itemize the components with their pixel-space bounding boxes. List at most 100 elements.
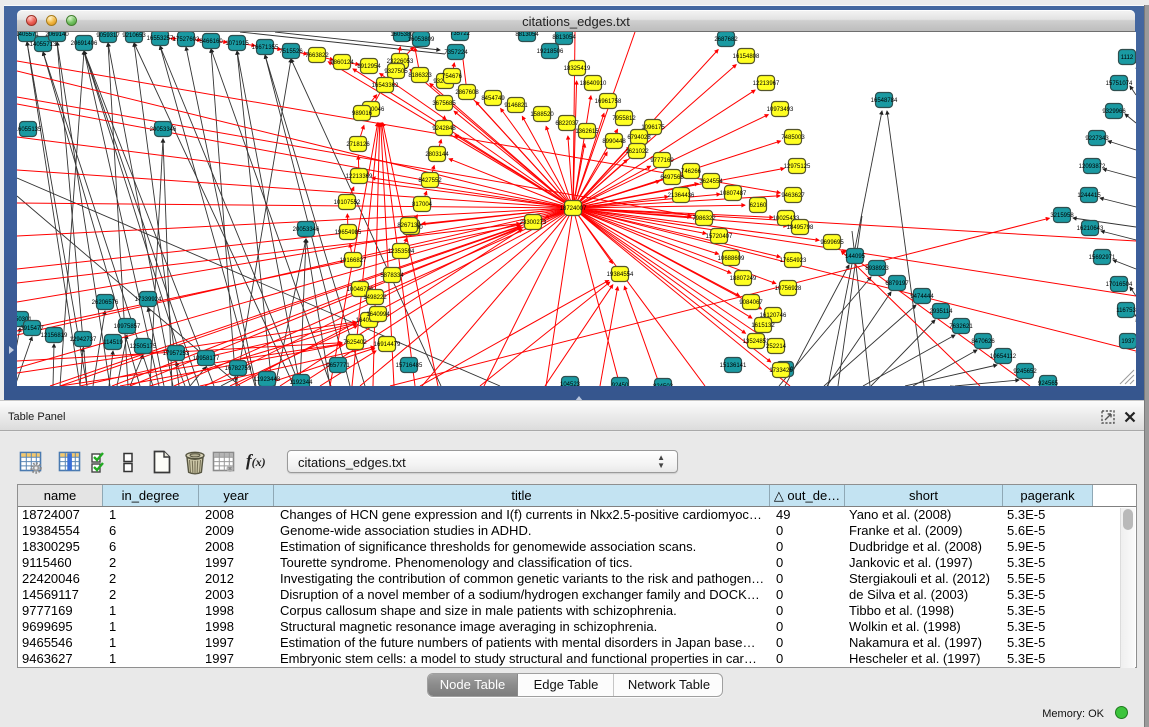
svg-text:17339924: 17339924 (135, 297, 162, 303)
svg-text:16553257: 16553257 (147, 36, 174, 42)
svg-text:16055135: 16055135 (17, 127, 42, 133)
svg-text:16914479: 16914479 (374, 342, 401, 348)
svg-text:20691406: 20691406 (71, 41, 98, 47)
svg-text:1362615: 1362615 (575, 129, 599, 135)
svg-text:3624554: 3624554 (699, 179, 723, 185)
svg-text:10756928: 10756928 (775, 286, 802, 292)
svg-text:6822037: 6822037 (555, 121, 579, 127)
svg-text:8813054: 8813054 (515, 32, 539, 38)
svg-text:19654985: 19654985 (335, 230, 362, 236)
svg-text:20053346: 20053346 (293, 227, 320, 233)
svg-text:7632621: 7632621 (949, 324, 973, 330)
svg-text:3215958: 3215958 (1050, 213, 1074, 219)
svg-text:9699695: 9699695 (820, 240, 844, 246)
svg-text:1244415: 1244415 (1077, 193, 1101, 199)
svg-text:3675685: 3675685 (432, 101, 456, 107)
svg-text:8466160: 8466160 (199, 39, 223, 45)
svg-text:12353594: 12353594 (388, 249, 415, 255)
svg-text:1937: 1937 (1121, 339, 1135, 345)
svg-text:26206576: 26206576 (92, 300, 119, 306)
svg-text:19384554: 19384554 (607, 272, 634, 278)
svg-text:6794028: 6794028 (627, 135, 651, 141)
svg-text:18640910: 18640910 (580, 81, 607, 87)
svg-text:16671355: 16671355 (252, 45, 279, 51)
svg-text:7663822: 7663822 (305, 53, 329, 59)
svg-text:15720407: 15720407 (706, 234, 733, 240)
svg-text:92450: 92450 (612, 383, 629, 386)
svg-text:10107552: 10107552 (334, 200, 361, 206)
svg-text:18495798: 18495798 (787, 225, 814, 231)
svg-text:12505175: 12505175 (130, 344, 157, 350)
svg-text:9329966: 9329966 (1102, 109, 1126, 115)
svg-text:9242848: 9242848 (432, 126, 456, 132)
svg-text:8470626: 8470626 (971, 339, 995, 345)
svg-text:14055713: 14055713 (30, 42, 57, 48)
svg-text:23300273: 23300273 (520, 220, 547, 226)
svg-text:10975857: 10975857 (114, 324, 141, 330)
svg-text:1498222: 1498222 (363, 295, 387, 301)
svg-text:11923448: 11923448 (254, 377, 281, 383)
svg-text:12156819: 12156819 (41, 333, 68, 339)
svg-text:1621022: 1621022 (625, 149, 649, 155)
svg-text:18807249: 18807249 (730, 276, 757, 282)
svg-text:9474444: 9474444 (910, 294, 934, 300)
svg-text:16961758: 16961758 (595, 99, 622, 105)
svg-text:7515526: 7515526 (279, 49, 303, 55)
svg-text:8454749: 8454749 (481, 96, 505, 102)
svg-text:16782759: 16782759 (225, 366, 252, 372)
svg-text:17527602: 17527602 (173, 37, 200, 43)
svg-text:1640994: 1640994 (366, 312, 390, 318)
svg-text:824503: 824503 (653, 384, 674, 386)
svg-text:2718126: 2718126 (346, 142, 370, 148)
svg-text:116753: 116753 (1116, 308, 1136, 314)
svg-text:989016: 989016 (352, 111, 373, 117)
svg-text:9463627: 9463627 (781, 193, 805, 199)
svg-text:10807487: 10807487 (720, 191, 747, 197)
svg-text:7625402: 7625402 (343, 340, 367, 346)
svg-text:16543362: 16543362 (372, 83, 399, 89)
svg-text:7955812: 7955812 (612, 116, 636, 122)
svg-text:19218506: 19218506 (537, 49, 564, 55)
svg-text:1588520: 1588520 (530, 112, 554, 118)
svg-text:1733426: 1733426 (769, 368, 793, 374)
svg-text:2069140: 2069140 (45, 32, 69, 38)
svg-text:10688609: 10688609 (718, 256, 745, 262)
svg-text:1192344: 1192344 (290, 380, 314, 386)
svg-text:8186323: 8186323 (408, 73, 432, 79)
svg-text:6497568: 6497568 (660, 175, 684, 181)
svg-text:8267130: 8267130 (397, 223, 421, 229)
svg-text:16210643: 16210643 (1077, 226, 1104, 232)
svg-text:16548784: 16548784 (871, 98, 898, 104)
svg-text:735722: 735722 (450, 32, 471, 37)
svg-text:15751074: 15751074 (1106, 81, 1133, 87)
svg-text:7485003: 7485003 (781, 135, 805, 141)
svg-text:12975125: 12975125 (784, 164, 811, 170)
svg-text:817004: 817004 (412, 202, 433, 208)
svg-text:18325419: 18325419 (564, 66, 591, 72)
svg-text:2935114: 2935114 (930, 309, 954, 315)
svg-text:9245652: 9245652 (1013, 369, 1037, 375)
svg-text:10958177: 10958177 (193, 356, 220, 362)
svg-text:104523: 104523 (560, 382, 581, 386)
svg-text:10654112: 10654112 (990, 354, 1017, 360)
svg-text:1071915: 1071915 (225, 41, 249, 47)
svg-text:924565: 924565 (1038, 381, 1059, 386)
svg-text:16154808: 16154808 (733, 54, 760, 60)
svg-text:8813054: 8813054 (552, 35, 576, 41)
svg-text:746266: 746266 (681, 169, 702, 175)
svg-text:7986322: 7986322 (692, 216, 716, 222)
svg-text:15136141: 15136141 (720, 363, 747, 369)
svg-text:9777169: 9777169 (650, 158, 674, 164)
svg-text:7357224: 7357224 (444, 50, 468, 56)
svg-text:8912954: 8912954 (357, 64, 381, 70)
svg-text:114519: 114519 (103, 340, 123, 346)
svg-text:12093872: 12093872 (1079, 164, 1106, 170)
svg-text:9227343: 9227343 (1085, 136, 1109, 142)
svg-text:15716485: 15716485 (396, 363, 423, 369)
svg-text:12942737: 12942737 (70, 337, 97, 343)
svg-text:8938923: 8938923 (865, 266, 889, 272)
svg-text:10973493: 10973493 (767, 107, 794, 113)
svg-text:9210653: 9210653 (122, 33, 146, 39)
svg-text:9059317: 9059317 (96, 33, 120, 39)
svg-text:9657771: 9657771 (326, 363, 350, 369)
